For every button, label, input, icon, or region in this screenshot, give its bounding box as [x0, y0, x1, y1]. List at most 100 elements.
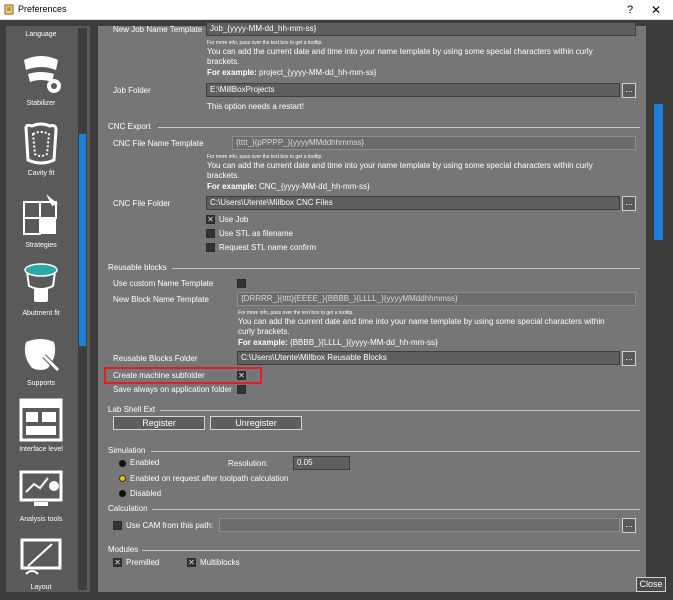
simulation-enabled-label: Enabled [130, 458, 160, 467]
cnc-export-section-title: CNC Export [108, 122, 151, 131]
blocks-template-help-line2: curly brackets. [238, 327, 290, 336]
job-folder-label: Job Folder [113, 86, 151, 95]
sidebar-item-label: Stabilizer [26, 100, 56, 107]
simulation-divider [151, 451, 640, 452]
unregister-button[interactable]: Unregister [210, 416, 302, 430]
cnc-template-help-line1: You can add the current date and time in… [207, 161, 593, 170]
sidebar-item-language[interactable]: Language [6, 26, 76, 44]
multiblocks-checkbox[interactable]: ✕ [187, 558, 196, 567]
analysis-tools-icon [19, 470, 63, 506]
cnc-template-help-line2: brackets. [207, 171, 240, 180]
save-always-app-folder-checkbox[interactable] [237, 385, 246, 394]
sidebar-item-stabilizer[interactable]: Stabilizer [6, 48, 76, 114]
job-template-help-line1: You can add the current date and time in… [207, 47, 593, 56]
cnc-folder-label: CNC File Folder [113, 199, 171, 208]
resolution-label: Resolution: [228, 459, 269, 468]
cavity-fit-icon [24, 122, 58, 165]
use-job-checkbox[interactable]: ✕ [206, 215, 215, 224]
block-name-template-label: New Block Name Template [113, 295, 209, 304]
reusable-blocks-section-title: Reusable blocks [108, 263, 167, 272]
modules-section-title: Modules [108, 545, 139, 554]
sidebar-item-label: Cavity fit [27, 170, 55, 177]
calculation-divider [152, 509, 640, 510]
use-cam-checkbox[interactable] [113, 521, 122, 530]
sidebar-item-label: Interface level [19, 446, 63, 453]
cnc-folder-browse-button[interactable]: ... [622, 196, 636, 211]
request-stl-confirm-checkbox[interactable] [206, 243, 215, 252]
job-folder-browse-button[interactable]: ... [622, 83, 636, 98]
sidebar-item-label: Language [25, 31, 57, 38]
simulation-section-title: Simulation [108, 446, 146, 455]
title-bar [0, 0, 673, 20]
sidebar-scrollbar-thumb[interactable] [79, 134, 86, 346]
job-name-template-label: New Job Name Template [113, 25, 203, 34]
help-button[interactable]: ? [622, 2, 638, 18]
blocks-template-example: For example: {BBBB_}{LLLL_}{yyyy-MM-dd_h… [238, 338, 438, 347]
multiblocks-label: Multiblocks [200, 558, 240, 567]
use-stl-filename-checkbox[interactable] [206, 229, 215, 238]
modules-divider [142, 550, 640, 551]
reusable-blocks-divider [172, 268, 640, 269]
cam-path-input[interactable] [219, 518, 620, 532]
sidebar-item-supports[interactable]: Supports [6, 326, 76, 392]
cnc-name-template-label: CNC File Name Template [113, 139, 204, 148]
blocks-folder-label: Reusable Blocks Folder [113, 354, 198, 363]
strategies-icon [23, 194, 58, 235]
abutment-fit-icon [24, 263, 58, 302]
sidebar-item-analysis-tools[interactable]: Analysis tools [6, 462, 76, 528]
cnc-name-template-input[interactable]: {tttt_}{pPPPP_}{yyyyMMddhhmmss} [232, 136, 636, 150]
sidebar-item-abutment-fit[interactable]: Abutment fit [6, 256, 76, 322]
premilled-label: Premilled [126, 558, 160, 567]
simulation-enabled-radio[interactable] [119, 460, 126, 467]
job-name-template-input[interactable]: Job_{yyyy-MM-dd_hh-mm-ss} [206, 22, 636, 36]
blocks-template-help-line1: You can add the current date and time in… [238, 317, 605, 326]
resolution-input[interactable]: 0.05 [293, 456, 350, 470]
stabilizer-icon [24, 56, 61, 93]
supports-icon [24, 339, 60, 372]
sidebar-item-label: Layout [30, 584, 52, 591]
premilled-checkbox[interactable]: ✕ [113, 558, 122, 567]
sidebar-item-cavity-fit[interactable]: Cavity fit [6, 118, 76, 182]
simulation-disabled-radio[interactable] [119, 490, 126, 497]
request-stl-confirm-label: Request STL name confirm [219, 243, 317, 252]
simulation-on-request-radio[interactable] [119, 475, 126, 482]
content-scrollbar-thumb[interactable] [654, 104, 663, 240]
job-template-help-line2: brackets. [207, 57, 240, 66]
register-button[interactable]: Register [113, 416, 205, 430]
close-button[interactable]: Close [636, 577, 666, 592]
use-custom-template-label: Use custom Name Template [113, 279, 214, 288]
sidebar-item-label: Supports [26, 380, 56, 387]
sidebar-item-label: Abutment fit [22, 310, 60, 317]
sidebar-item-interface-level[interactable]: Interface level [6, 394, 76, 460]
use-stl-filename-label: Use STL as filename [219, 229, 293, 238]
sidebar-item-label: Strategies [25, 242, 57, 249]
cnc-template-example: For example: CNC_{yyyy-MM-dd_hh-mm-ss} [207, 182, 370, 191]
use-job-label: Use Job [219, 215, 249, 224]
job-template-example: For example: project_{yyyy-MM-dd_hh-mm-s… [207, 68, 377, 77]
save-always-app-folder-label: Save always on application folder [113, 385, 232, 394]
lab-shell-divider [160, 410, 640, 411]
job-folder-input[interactable]: E:\MillBoxProjects [206, 83, 620, 97]
layout-icon [20, 538, 62, 575]
block-name-template-input[interactable]: {DRRRR_}{tttt}{EEEE_}{BBBB_}{LLLL_}{yyyy… [237, 292, 636, 306]
use-custom-template-checkbox[interactable] [237, 279, 246, 288]
cnc-export-divider [158, 127, 640, 128]
cam-path-browse-button[interactable]: ... [622, 518, 636, 533]
window-close-button[interactable]: ✕ [648, 2, 664, 18]
simulation-on-request-label: Enabled on request after toolpath calcul… [130, 474, 289, 483]
blocks-folder-browse-button[interactable]: ... [622, 351, 636, 366]
calculation-section-title: Calculation [108, 504, 148, 513]
highlight-box [104, 367, 262, 384]
blocks-tooltip-hint: For more info, pass over the text box to… [238, 310, 354, 316]
blocks-folder-input[interactable]: C:\Users\Utente\Millbox Reusable Blocks [237, 351, 620, 365]
cnc-tooltip-hint: For more info, pass over the text box to… [207, 154, 323, 160]
job-restart-note: This option needs a restart! [207, 102, 304, 111]
cnc-folder-input[interactable]: C:\Users\Utente\Millbox CNC Files [206, 196, 620, 210]
sidebar-item-layout[interactable]: Layout [6, 532, 76, 592]
app-icon [4, 4, 14, 15]
sidebar-item-label: Analysis tools [19, 516, 63, 523]
sidebar-item-strategies[interactable]: Strategies [6, 186, 76, 252]
use-cam-label: Use CAM from this path: [126, 521, 214, 530]
settings-panel [98, 26, 646, 592]
lab-shell-section-title: Lab Shell Ext [108, 405, 156, 414]
